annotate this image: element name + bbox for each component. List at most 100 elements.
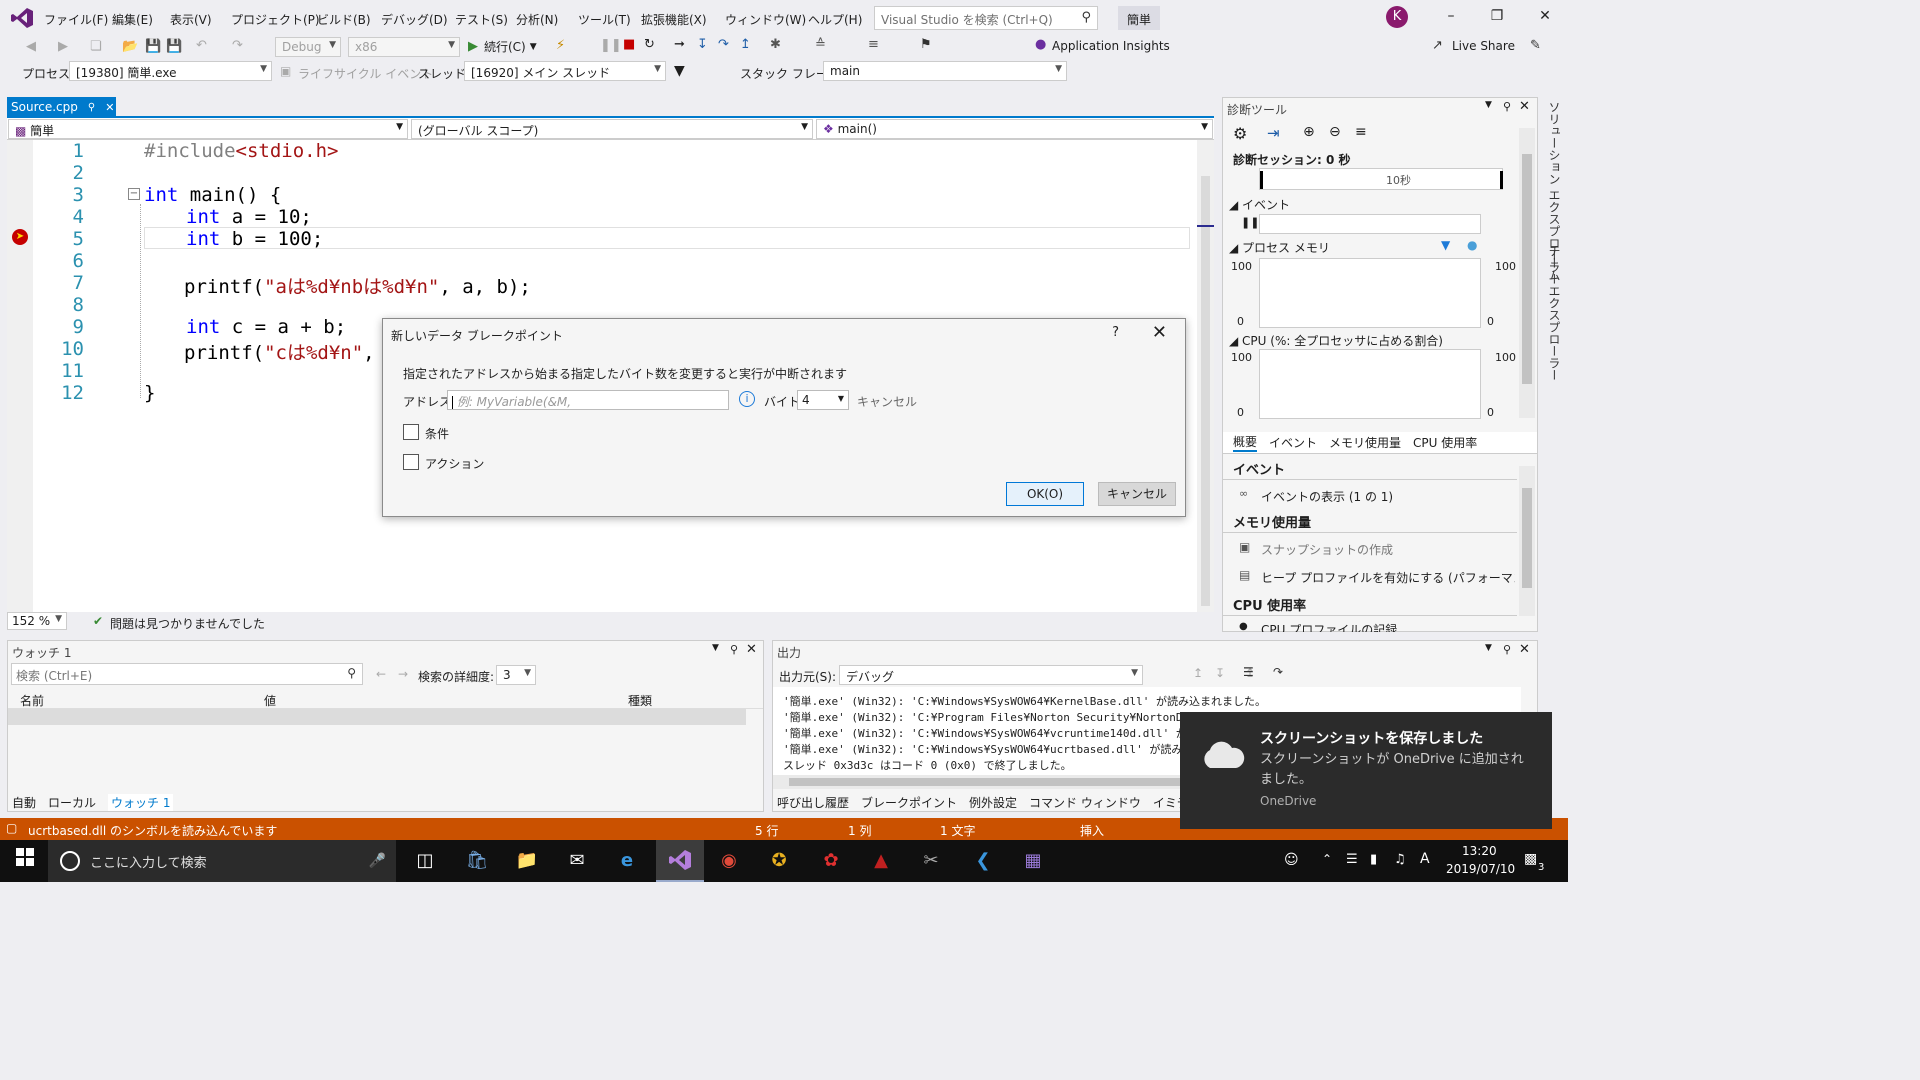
menu-extensions[interactable]: 拡張機能(X) xyxy=(641,11,707,28)
watch-empty-row[interactable] xyxy=(8,709,746,725)
events-section-header[interactable]: ◢ イベント xyxy=(1229,196,1290,213)
forward-icon[interactable]: ▶ xyxy=(58,39,68,54)
restart-icon[interactable]: ↻ xyxy=(644,37,655,52)
menu-help[interactable]: ヘルプ(H) xyxy=(808,11,862,28)
show-next-statement-icon[interactable]: ➞ xyxy=(674,37,685,52)
prev-message-icon[interactable]: ↥ xyxy=(1193,666,1203,680)
store-icon[interactable]: 🛍 xyxy=(464,848,490,874)
timeline-ruler[interactable]: 10秒 xyxy=(1259,168,1503,190)
issues-status[interactable]: 問題は見つかりませんでした xyxy=(110,615,265,632)
menu-file[interactable]: ファイル(F) xyxy=(44,11,108,28)
search-forward-icon[interactable]: → xyxy=(398,667,408,681)
editor-vertical-scrollbar[interactable] xyxy=(1197,140,1214,612)
ok-button[interactable]: OK(O) xyxy=(1006,482,1084,506)
tab-events[interactable]: イベント xyxy=(1269,434,1317,451)
save-all-icon[interactable]: 💾 xyxy=(166,39,182,54)
memory-section-header[interactable]: ◢ プロセス メモリ xyxy=(1229,239,1330,256)
condition-label[interactable]: 条件 xyxy=(425,425,449,442)
zoom-dropdown[interactable]: 152 % ▼ xyxy=(7,612,67,630)
toggle-breakpoint-icon[interactable]: ✱ xyxy=(770,37,781,52)
feedback-icon[interactable]: ✎ xyxy=(1530,38,1541,53)
memory-graph[interactable] xyxy=(1259,258,1481,328)
menu-debug[interactable]: デバッグ(D) xyxy=(381,11,448,28)
diag-top-scrollbar[interactable] xyxy=(1519,128,1535,418)
pause-icon[interactable]: ❚❚ xyxy=(600,38,622,53)
lifecycle-events-button[interactable]: ライフサイクル イベント xyxy=(298,65,433,82)
comment-icon[interactable]: ≡ xyxy=(868,37,879,52)
take-snapshot-link[interactable]: スナップショットの作成 xyxy=(1261,541,1393,558)
pin-icon[interactable]: ⚲ xyxy=(1503,100,1511,113)
save-icon[interactable]: 💾 xyxy=(145,39,161,54)
edge-icon[interactable]: e xyxy=(614,848,640,874)
menu-tools[interactable]: ツール(T) xyxy=(578,11,631,28)
close-panel-icon[interactable]: ✕ xyxy=(746,642,757,657)
close-window-icon[interactable]: ✕ xyxy=(1530,8,1560,24)
scroll-thumb[interactable] xyxy=(789,778,1189,786)
step-into-icon[interactable]: ↧ xyxy=(697,37,708,52)
wifi-icon[interactable]: ☰ xyxy=(1346,852,1358,867)
search-back-icon[interactable]: ← xyxy=(376,667,386,681)
battery-icon[interactable]: ▮ xyxy=(1370,852,1377,867)
chevron-down-icon[interactable]: ▼ xyxy=(712,643,719,653)
bookmark-icon[interactable]: ⚑ xyxy=(920,37,932,52)
clock-time[interactable]: 13:20 xyxy=(1462,844,1497,858)
filter-icon[interactable]: ▼ xyxy=(674,63,685,79)
config-dropdown[interactable]: Debug ▼ xyxy=(275,37,341,57)
pin-icon[interactable]: ⚲ xyxy=(1503,643,1511,656)
onedrive-toast-notification[interactable]: スクリーンショットを保存しました スクリーンショットが OneDrive に追加… xyxy=(1180,712,1552,829)
platform-dropdown[interactable]: x86 ▼ xyxy=(348,37,460,57)
cpu-graph[interactable] xyxy=(1259,349,1481,419)
close-panel-icon[interactable]: ✕ xyxy=(1519,642,1530,657)
stack-frame-dropdown[interactable]: main ▼ xyxy=(823,61,1067,81)
indicator-margin[interactable] xyxy=(7,140,33,612)
menu-window[interactable]: ウィンドウ(W) xyxy=(725,11,806,28)
thread-dropdown[interactable]: [16920] メイン スレッド ▼ xyxy=(464,61,666,81)
slack-icon[interactable]: ✪ xyxy=(766,848,792,874)
volume-icon[interactable]: ♫ xyxy=(1394,852,1406,867)
cpu-section-header[interactable]: ◢ CPU (%: 全プロセッサに占める割合) xyxy=(1229,332,1443,349)
menu-edit[interactable]: 編集(E) xyxy=(112,11,153,28)
word-wrap-icon[interactable]: ↷ xyxy=(1273,665,1283,679)
tab-command-window[interactable]: コマンド ウィンドウ xyxy=(1029,794,1141,811)
column-header-type[interactable]: 種類 xyxy=(628,692,652,709)
game-app-icon[interactable]: ▲ xyxy=(868,848,894,874)
export-icon[interactable]: ⇥ xyxy=(1267,124,1280,142)
undo-icon[interactable]: ↶ xyxy=(196,38,207,53)
tab-call-stack[interactable]: 呼び出し履歴 xyxy=(777,794,849,811)
reset-view-icon[interactable]: ≡ xyxy=(1355,124,1367,140)
bytes-dropdown[interactable]: 4 ▼ xyxy=(797,390,849,410)
cancel-button[interactable]: キャンセル xyxy=(1098,482,1176,506)
pin-icon[interactable]: ⚲ xyxy=(88,102,95,113)
action-label[interactable]: アクション xyxy=(425,455,484,472)
tab-source-cpp[interactable]: Source.cpp ⚲ ✕ xyxy=(7,97,116,117)
open-folder-icon[interactable]: 📂 xyxy=(122,39,138,54)
clock-date[interactable]: 2019/07/10 xyxy=(1446,862,1515,876)
column-header-name[interactable]: 名前 xyxy=(20,692,44,709)
app-icon[interactable]: ✿ xyxy=(818,848,844,874)
minimize-icon[interactable]: – xyxy=(1436,8,1466,24)
scroll-thumb[interactable] xyxy=(1201,176,1210,606)
info-icon[interactable]: i xyxy=(739,391,755,407)
tab-autos[interactable]: 自動 xyxy=(12,794,36,811)
thread-icon[interactable]: ≙ xyxy=(815,37,826,52)
next-message-icon[interactable]: ↧ xyxy=(1215,666,1225,680)
cancel-link[interactable]: キャンセル xyxy=(857,393,917,410)
microphone-icon[interactable]: 🎤 xyxy=(369,853,386,869)
step-out-icon[interactable]: ↥ xyxy=(740,37,751,52)
tab-memory-usage[interactable]: メモリ使用量 xyxy=(1329,434,1401,451)
tab-summary[interactable]: 概要 xyxy=(1233,433,1258,452)
tab-locals[interactable]: ローカル xyxy=(48,794,96,811)
scope-dropdown[interactable]: (グローバル スコープ) ▼ xyxy=(411,119,813,139)
address-input[interactable]: 例: MyVariable(&M, xyxy=(447,390,729,410)
menu-project[interactable]: プロジェクト(P) xyxy=(231,11,320,28)
tab-exception-settings[interactable]: 例外設定 xyxy=(969,794,1017,811)
windows-start-icon[interactable] xyxy=(12,848,38,874)
pin-icon[interactable]: ⚲ xyxy=(730,643,738,656)
hot-reload-icon[interactable]: ⚡ xyxy=(556,38,565,53)
zoom-out-icon[interactable]: ⊖ xyxy=(1329,124,1341,140)
live-share-button[interactable]: Live Share xyxy=(1452,39,1515,53)
scroll-thumb[interactable] xyxy=(1522,154,1532,384)
settings-gear-icon[interactable]: ⚙ xyxy=(1233,124,1247,143)
timeline-end-marker[interactable] xyxy=(1500,171,1503,189)
tab-watch-1[interactable]: ウォッチ 1 xyxy=(108,793,174,811)
